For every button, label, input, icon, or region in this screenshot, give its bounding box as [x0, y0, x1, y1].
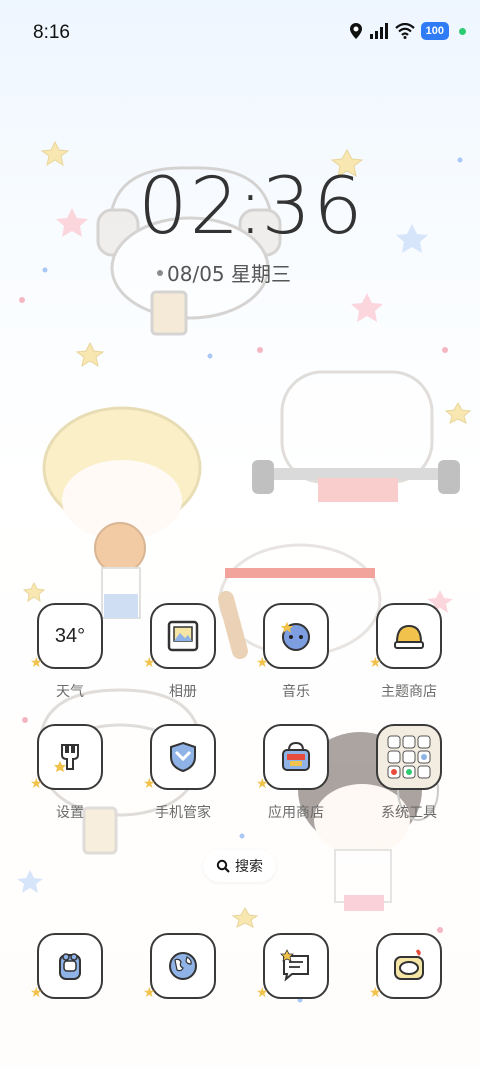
app-music[interactable]: ★ 音乐 — [251, 603, 341, 713]
app-label: 设置 — [56, 805, 84, 821]
theme-store-icon — [376, 603, 442, 669]
app-system-tools-folder[interactable]: 系统工具 — [364, 724, 454, 834]
star-badge-icon: ★ — [369, 655, 382, 671]
camera-icon — [376, 933, 442, 999]
dock-browser[interactable]: ★ — [138, 933, 228, 1003]
clock-hours: 02 — [138, 162, 242, 252]
music-icon — [263, 603, 329, 669]
app-theme-store[interactable]: ★ 主题商店 — [364, 603, 454, 713]
date-bullet-icon — [157, 269, 163, 276]
star-badge-icon: ★ — [143, 985, 156, 1001]
status-bar: 8:16 100 — [0, 0, 480, 68]
date-widget[interactable]: 08/05 星期三 — [157, 258, 291, 287]
settings-icon — [37, 724, 103, 790]
star-badge-icon: ★ — [30, 776, 43, 792]
star-badge-icon: ★ — [30, 985, 43, 1001]
clock-widget[interactable]: 02:36 — [138, 162, 365, 252]
dock-phone[interactable]: ★ — [25, 933, 115, 1003]
star-badge-icon: ★ — [256, 776, 269, 792]
app-label: 相册 — [169, 684, 197, 700]
weather-temperature: 34° — [54, 624, 86, 647]
app-label: 音乐 — [282, 684, 310, 700]
signal-icon — [369, 23, 388, 39]
star-badge-icon: ★ — [256, 985, 269, 1001]
app-label: 应用商店 — [268, 805, 324, 821]
status-time: 8:16 — [33, 22, 70, 43]
app-label: 主题商店 — [381, 684, 437, 700]
active-dot-icon — [459, 27, 466, 35]
wifi-icon — [394, 23, 415, 39]
browser-icon — [150, 933, 216, 999]
clock-minutes: 36 — [261, 162, 365, 252]
weather-icon: 34° — [37, 603, 103, 669]
app-gallery[interactable]: ★ 相册 — [138, 603, 228, 713]
app-store-icon — [263, 724, 329, 790]
search-label: 搜索 — [235, 859, 263, 875]
star-badge-icon: ★ — [30, 655, 43, 671]
star-badge-icon: ★ — [256, 655, 269, 671]
star-badge-icon: ★ — [369, 985, 382, 1001]
app-store[interactable]: ★ 应用商店 — [251, 724, 341, 834]
app-label: 手机管家 — [155, 805, 211, 821]
search-icon — [216, 859, 230, 873]
star-badge-icon: ★ — [143, 655, 156, 671]
system-tools-folder-icon — [376, 724, 442, 790]
dock-messages[interactable]: ★ — [251, 933, 341, 1003]
dock-camera[interactable]: ★ — [364, 933, 454, 1003]
messages-icon — [263, 933, 329, 999]
security-icon — [150, 724, 216, 790]
app-label: 天气 — [56, 684, 84, 700]
gallery-icon — [150, 603, 216, 669]
location-icon — [349, 23, 362, 39]
app-settings[interactable]: ★ 设置 — [25, 724, 115, 834]
phone-icon — [37, 933, 103, 999]
app-security[interactable]: ★ 手机管家 — [138, 724, 228, 834]
app-weather[interactable]: 34° ★ 天气 — [25, 603, 115, 713]
date-text: 08/05 星期三 — [167, 262, 291, 286]
search-button[interactable]: 搜索 — [203, 850, 276, 882]
wallpaper-illustration — [17, 140, 472, 1003]
app-label: 系统工具 — [381, 805, 437, 821]
star-badge-icon: ★ — [143, 776, 156, 792]
status-icons: 100 — [349, 22, 466, 40]
battery-icon: 100 — [420, 22, 449, 40]
